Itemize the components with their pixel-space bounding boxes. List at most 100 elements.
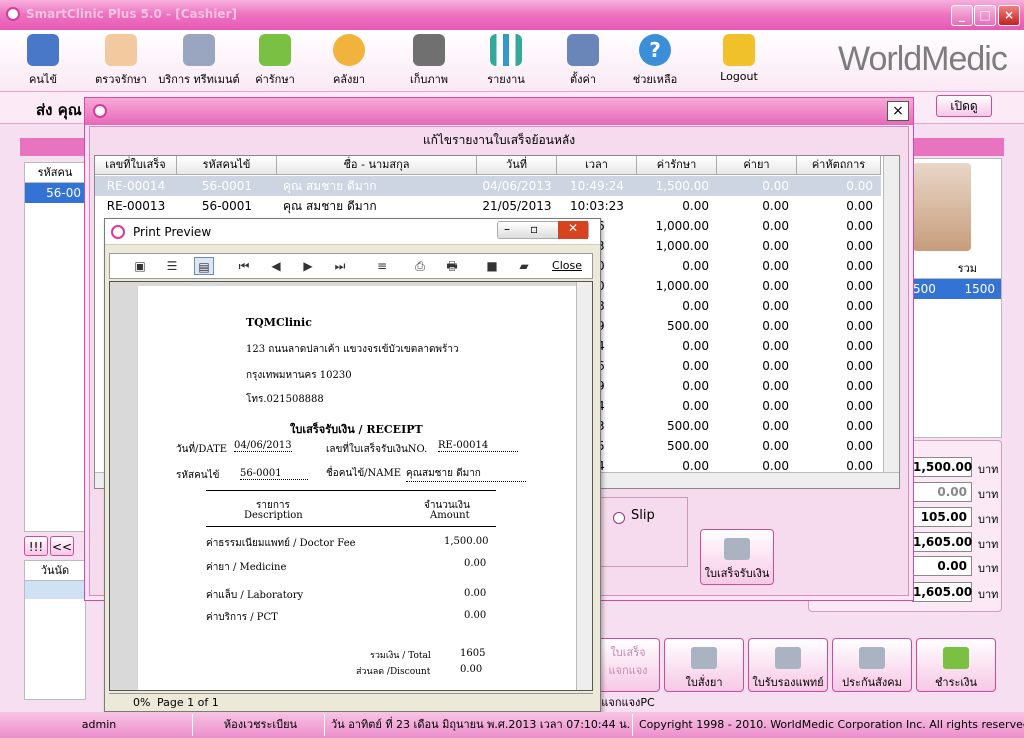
amount-discount[interactable]: 0.00 [912, 482, 972, 502]
report-chart-icon [490, 34, 522, 66]
toolbar-pharmacy[interactable]: คลังยา [310, 32, 388, 90]
cell-procedure: 0.00 [846, 279, 873, 293]
minimize-button[interactable]: _ [951, 5, 973, 26]
item-amount: 0.00 [464, 588, 487, 599]
go-to-page-icon[interactable]: ≡ [372, 257, 392, 275]
col-date[interactable]: วันที่ [477, 156, 557, 175]
item-desc: ค่าธรรมเนียมแพทย์ / Doctor Fee [206, 538, 356, 549]
printer-icon[interactable]: 🖶 [442, 257, 462, 275]
col-patient-id[interactable]: รหัสคนไข้ [177, 156, 277, 175]
col-fee[interactable]: ค่ารักษา [637, 156, 717, 175]
table-row[interactable]: RE-00013 56-0001 คุณ สมชาย ดีมาก 21/05/2013… [95, 196, 881, 216]
cell-procedure: 0.00 [846, 239, 873, 253]
print-setup-icon[interactable]: ⎙ [410, 257, 430, 275]
toolbar-label: รายงาน [487, 73, 525, 86]
nav-prev-button[interactable]: << [50, 536, 74, 556]
print-receipt-button[interactable]: ใบเสร็จรับเงิน [700, 529, 774, 585]
left-patient-list[interactable]: รหัสคน 56-00 [24, 162, 86, 532]
nav-first-button[interactable]: !!! [24, 536, 48, 556]
slip-radio[interactable] [613, 512, 625, 524]
social-security-button[interactable]: ประกันสังคม [832, 638, 912, 692]
toolbar-patient[interactable]: คนไข้ [4, 32, 82, 90]
next-page-icon[interactable]: ▶ [298, 257, 318, 275]
clinic-name: TQMClinic [246, 316, 312, 329]
toolbar-help[interactable]: ? ช่วยเหลือ [616, 32, 694, 90]
status-datetime: วัน อาทิตย์ ที่ 23 เดือน มิถุนายน พ.ศ.20… [324, 714, 630, 736]
pay-button[interactable]: ชำระเงิน [916, 638, 996, 692]
page-width-icon[interactable]: ☰ [162, 257, 182, 275]
last-page-icon[interactable]: ⏭ [330, 257, 350, 275]
dialog-close-button[interactable]: × [887, 101, 909, 121]
amount-paid[interactable]: 0.00 [912, 556, 972, 576]
preview-close-button[interactable]: Close [548, 257, 586, 275]
table-header-rule [206, 526, 496, 527]
appointment-row[interactable] [25, 581, 85, 599]
total-row[interactable]: 500 1500 [911, 279, 1001, 299]
table-row[interactable]: RE-00014 56-0001 คุณ สมชาย ดีมาก 04/06/2013… [95, 176, 881, 196]
amount-fee: 1,500.00 [912, 457, 972, 477]
multi-page-icon[interactable]: ▤ [194, 257, 214, 275]
col-procedure[interactable]: ค่าหัตถการ [797, 156, 881, 175]
toolbar-report[interactable]: รายงาน [467, 32, 545, 90]
cell-medicine: 0.00 [762, 299, 789, 313]
preview-maximize-button[interactable]: ▫ [530, 222, 538, 236]
sub-header-label: ส่ง คุณ [36, 101, 82, 119]
open-folder-icon[interactable]: ▰ [514, 257, 534, 275]
open-button[interactable]: เปิดดู [936, 95, 992, 117]
one-page-icon[interactable]: ▣ [130, 257, 150, 275]
doctor-icon [105, 34, 137, 66]
cell-date: 21/05/2013 [482, 199, 552, 213]
cell-date: 04/06/2013 [482, 179, 552, 193]
maximize-button[interactable]: □ [974, 5, 996, 26]
cell-fee: 500.00 [667, 439, 709, 453]
prescription-button[interactable]: ใบสั่งยา [664, 638, 744, 692]
receipt-no: RE-00014 [438, 440, 518, 452]
grid-vscrollbar[interactable] [883, 156, 899, 472]
preview-page-area[interactable]: TQMClinic 123 ถนนลาดปลาเค้า แขวงจรเข้บัว… [109, 281, 593, 691]
first-page-icon[interactable]: ⏮ [234, 257, 254, 275]
toolbar-treatment[interactable]: บริการ ทรีทเมนต์ [158, 32, 240, 90]
toolbar-fee[interactable]: ค่ารักษา [236, 32, 314, 90]
cell-medicine: 0.00 [762, 199, 789, 213]
col-receipt-no[interactable]: เลขที่ใบเสร็จ [95, 156, 177, 175]
preview-close-x-button[interactable]: ✕ [558, 221, 588, 239]
total-row-a: 500 [913, 282, 936, 296]
col-medicine[interactable]: ค่ายา [717, 156, 797, 175]
amount-total: 1,605.00 [912, 582, 972, 602]
window-title: SmartClinic Plus 5.0 - [Cashier] [26, 7, 237, 21]
left-list-row[interactable]: 56-00 [25, 183, 85, 203]
clinic-address-1: 123 ถนนลาดปลาเค้า แขวงจรเข้บัวเขตลาดพร้า… [246, 344, 459, 355]
cell-medicine: 0.00 [762, 419, 789, 433]
preview-vscrollbar[interactable] [576, 282, 592, 690]
appointment-list[interactable]: วันนัด [24, 560, 86, 700]
cell-patient: 56-0001 [201, 179, 253, 193]
save-icon[interactable]: ■ [482, 257, 502, 275]
cell-procedure: 0.00 [846, 299, 873, 313]
col-time[interactable]: เวลา [557, 156, 637, 175]
date-label: วันที่/DATE [176, 444, 228, 455]
help-icon: ? [639, 34, 671, 66]
cell-fee: 0.00 [682, 199, 709, 213]
itemized-receipt-button[interactable]: ใบเสร็จแจกแจง แจกแจงPC [596, 638, 660, 709]
patient-name: คุณสมชาย ดีมาก [406, 466, 526, 482]
medical-cert-button[interactable]: ใบรับรองแพทย์ [748, 638, 828, 692]
printer-icon [724, 538, 750, 560]
col-name[interactable]: ชื่อ - นามสกุล [277, 156, 477, 175]
cell-name: คุณ สมชาย ดีมาก [283, 179, 377, 193]
toolbar-settings[interactable]: ตั้งค่า [544, 32, 622, 90]
printer-icon [775, 647, 801, 669]
clinic-address-2: กรุงเทพมหานคร 10230 [246, 370, 352, 381]
toolbar-examine[interactable]: ตรวจรักษา [82, 32, 160, 90]
total-label: รวมเงิน / Total [370, 651, 431, 661]
total-value: 1605 [460, 648, 486, 659]
close-button[interactable]: × [998, 5, 1020, 26]
cell-medicine: 0.00 [762, 239, 789, 253]
toolbar-images[interactable]: เก็บภาพ [390, 32, 468, 90]
prev-page-icon[interactable]: ◀ [266, 257, 286, 275]
toolbar-label: ค่ารักษา [255, 73, 295, 86]
item-amount: 0.00 [464, 558, 487, 569]
toolbar-logout[interactable]: Logout [700, 32, 778, 90]
item-desc: ค่าบริการ / PCT [206, 612, 278, 623]
preview-minimize-button[interactable]: – [504, 222, 510, 236]
cell-medicine: 0.00 [762, 279, 789, 293]
